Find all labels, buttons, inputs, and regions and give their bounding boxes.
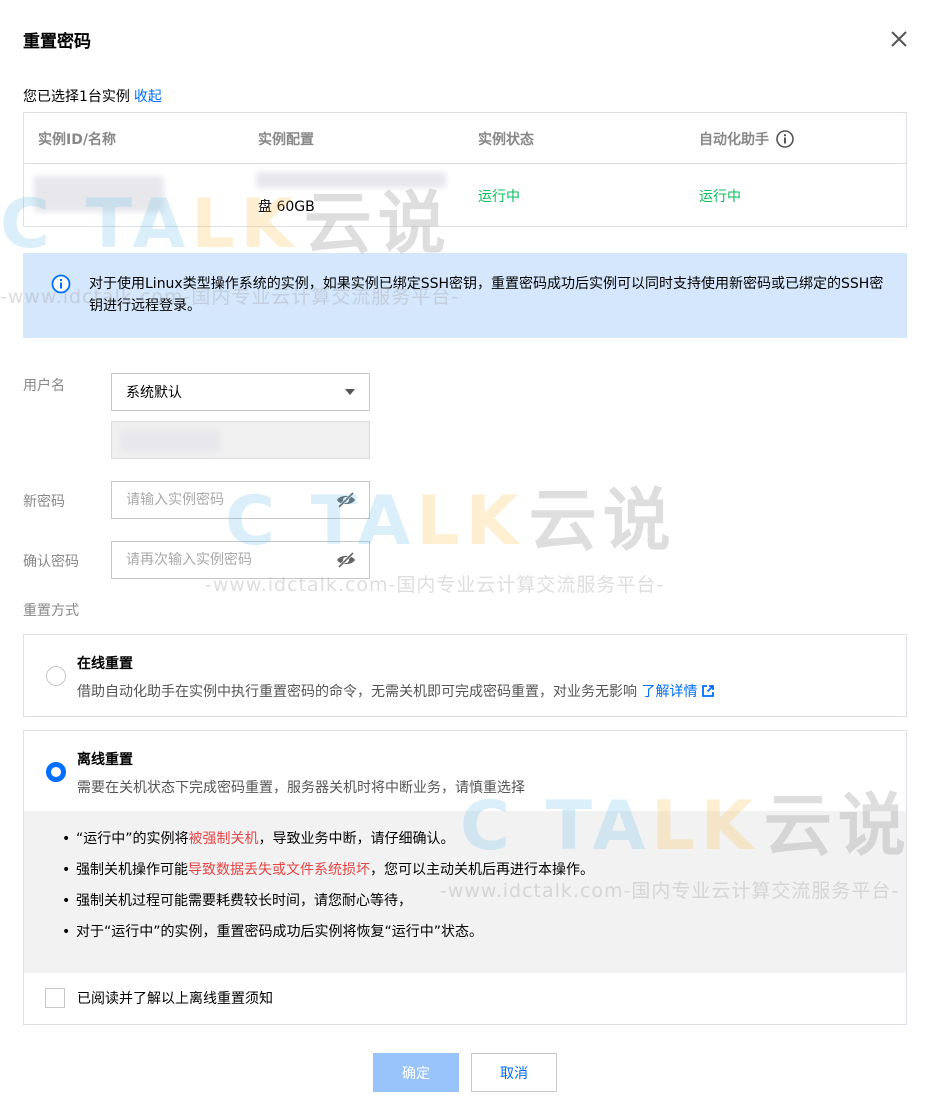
instance-id-redacted <box>34 176 164 212</box>
new-password-field[interactable] <box>111 481 370 519</box>
instance-status: 运行中 <box>478 189 520 205</box>
external-link-icon <box>702 685 715 697</box>
info-icon[interactable] <box>775 129 795 149</box>
list-item: 强制关机过程可能需要耗费较长时间，请您耐心等待， <box>62 891 906 911</box>
close-icon[interactable] <box>888 28 910 50</box>
instance-table: 实例ID/名称 实例配置 实例状态 自动化助手 盘 60GB 运行中 运行中 <box>23 112 907 227</box>
online-reset-desc-text: 借助自动化助手在实例中执行重置密码的命令，无需关机即可完成密码重置，对业务无影响 <box>77 684 637 700</box>
username-readonly-field <box>111 421 370 459</box>
column-header-assistant-label: 自动化助手 <box>699 132 769 148</box>
collapse-link[interactable]: 收起 <box>134 89 162 105</box>
selected-count-text: 您已选择1台实例 <box>23 89 130 105</box>
offline-reset-radio[interactable] <box>46 762 66 782</box>
instance-config-redacted <box>256 172 446 188</box>
instance-config-text: 盘 60GB <box>258 199 315 215</box>
learn-more-link[interactable]: 了解详情 <box>641 684 715 700</box>
eye-off-icon[interactable] <box>335 491 357 509</box>
online-reset-radio[interactable] <box>46 666 66 686</box>
column-header-status: 实例状态 <box>478 132 534 148</box>
linux-ssh-notice: 对于使用Linux类型操作系统的实例，如果实例已绑定SSH密钥，重置密码成功后实… <box>23 253 907 338</box>
confirm-password-field[interactable] <box>111 541 370 579</box>
agree-label: 已阅读并了解以上离线重置须知 <box>77 991 273 1007</box>
table-header: 实例ID/名称 实例配置 实例状态 自动化助手 <box>24 113 906 164</box>
column-header-instance: 实例ID/名称 <box>38 132 116 148</box>
offline-reset-notes: “运行中”的实例将被强制关机，导致业务中断，请仔细确认。 强制关机操作可能导致数… <box>24 811 906 973</box>
username-redacted <box>120 430 220 452</box>
agree-checkbox-row[interactable]: 已阅读并了解以上离线重置须知 <box>45 988 273 1008</box>
username-select-value: 系统默认 <box>126 385 182 401</box>
offline-reset-title: 离线重置 <box>77 752 133 768</box>
online-reset-option[interactable]: 在线重置 借助自动化助手在实例中执行重置密码的命令，无需关机即可完成密码重置，对… <box>23 634 907 717</box>
caret-down-icon <box>345 389 355 395</box>
online-reset-desc: 借助自动化助手在实例中执行重置密码的命令，无需关机即可完成密码重置，对业务无影响… <box>77 681 715 701</box>
new-password-input[interactable] <box>126 492 335 508</box>
new-password-label: 新密码 <box>23 494 65 510</box>
column-header-assistant: 自动化助手 <box>699 129 795 149</box>
confirm-password-input[interactable] <box>126 552 335 568</box>
info-circle-icon <box>51 274 71 294</box>
username-select[interactable]: 系统默认 <box>111 373 370 411</box>
assistant-status: 运行中 <box>699 189 741 205</box>
notice-text: 对于使用Linux类型操作系统的实例，如果实例已绑定SSH密钥，重置密码成功后实… <box>89 276 884 314</box>
confirm-button[interactable]: 确定 <box>373 1053 459 1092</box>
column-header-config: 实例配置 <box>258 132 314 148</box>
eye-off-icon[interactable] <box>335 551 357 569</box>
selected-instances: 您已选择1台实例 收起 <box>23 86 162 106</box>
online-reset-title: 在线重置 <box>77 656 133 672</box>
offline-reset-desc: 需要在关机状态下完成密码重置，服务器关机时将中断业务，请慎重选择 <box>77 780 525 796</box>
cancel-button[interactable]: 取消 <box>471 1053 557 1092</box>
username-label: 用户名 <box>23 378 65 394</box>
table-row[interactable]: 盘 60GB 运行中 运行中 <box>24 164 906 227</box>
list-item: “运行中”的实例将被强制关机，导致业务中断，请仔细确认。 <box>62 829 906 849</box>
offline-reset-option[interactable]: 离线重置 需要在关机状态下完成密码重置，服务器关机时将中断业务，请慎重选择 “运… <box>23 730 907 1025</box>
agree-checkbox[interactable] <box>45 988 65 1008</box>
learn-more-label: 了解详情 <box>641 684 698 700</box>
dialog-title: 重置密码 <box>23 32 91 52</box>
reset-method-label: 重置方式 <box>23 603 79 619</box>
list-item: 对于“运行中”的实例，重置密码成功后实例将恢复“运行中”状态。 <box>62 922 906 942</box>
list-item: 强制关机操作可能导致数据丢失或文件系统损坏，您可以主动关机后再进行本操作。 <box>62 860 906 880</box>
confirm-password-label: 确认密码 <box>23 554 79 570</box>
